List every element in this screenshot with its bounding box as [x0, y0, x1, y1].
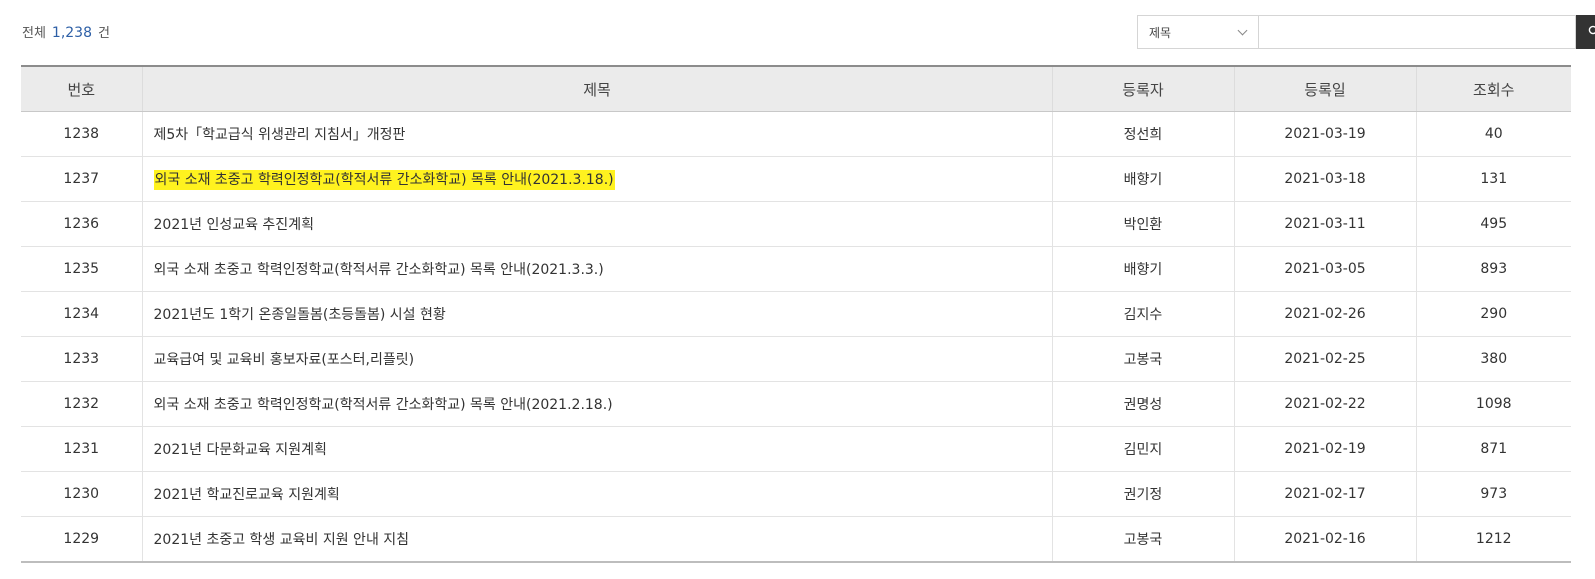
row-views: 1098: [1415, 381, 1571, 427]
table-row: 1235 외국 소재 초중고 학력인정학교(학적서류 간소화학교) 목록 안내(…: [21, 246, 1571, 292]
board-page: 전체 1,238 건 제목 번호 제목 등록자 등록일 조회수 1238 제5차…: [0, 0, 1595, 579]
column-header-author: 등록자: [1051, 66, 1234, 112]
row-date: 2021-03-19: [1233, 111, 1416, 157]
row-author: 권기정: [1051, 471, 1234, 517]
row-title-link-highlighted[interactable]: 외국 소재 초중고 학력인정학교(학적서류 간소화학교) 목록 안내(2021.…: [153, 170, 615, 190]
row-date: 2021-03-11: [1233, 201, 1416, 247]
chevron-down-icon: [1237, 25, 1248, 35]
row-title-link[interactable]: 2021년 초중고 학생 교육비 지원 안내 지침: [154, 532, 410, 548]
table-row: 1238 제5차「학교급식 위생관리 지침서」개정판 정선희 2021-03-1…: [21, 111, 1571, 157]
board-table-head: 번호 제목 등록자 등록일 조회수: [21, 66, 1571, 112]
row-title-link[interactable]: 제5차「학교급식 위생관리 지침서」개정판: [154, 127, 406, 143]
row-title-link[interactable]: 교육급여 및 교육비 홍보자료(포스터,리플릿): [154, 352, 415, 368]
search-input[interactable]: [1259, 15, 1576, 49]
row-views: 380: [1415, 336, 1571, 382]
row-title-cell: 외국 소재 초중고 학력인정학교(학적서류 간소화학교) 목록 안내(2021.…: [141, 246, 1052, 292]
row-title-link[interactable]: 외국 소재 초중고 학력인정학교(학적서류 간소화학교) 목록 안내(2021.…: [154, 262, 604, 278]
row-views: 290: [1415, 291, 1571, 337]
row-title-cell: 제5차「학교급식 위생관리 지침서」개정판: [141, 111, 1052, 157]
row-number: 1237: [21, 156, 142, 202]
row-date: 2021-02-25: [1233, 336, 1416, 382]
row-views: 40: [1415, 111, 1571, 157]
row-date: 2021-03-05: [1233, 246, 1416, 292]
row-views: 1212: [1415, 516, 1571, 562]
row-title-link[interactable]: 2021년 학교진로교육 지원계획: [154, 487, 340, 503]
board-table: 번호 제목 등록자 등록일 조회수 1238 제5차「학교급식 위생관리 지침서…: [21, 65, 1571, 563]
column-header-views: 조회수: [1415, 66, 1571, 112]
row-title-cell: 외국 소재 초중고 학력인정학교(학적서류 간소화학교) 목록 안내(2021.…: [141, 381, 1052, 427]
row-title-link[interactable]: 2021년도 1학기 온종일돌봄(초등돌봄) 시설 현황: [154, 307, 446, 323]
row-number: 1231: [21, 426, 142, 472]
table-row: 1237 외국 소재 초중고 학력인정학교(학적서류 간소화학교) 목록 안내(…: [21, 156, 1571, 202]
table-row: 1232 외국 소재 초중고 학력인정학교(학적서류 간소화학교) 목록 안내(…: [21, 381, 1571, 427]
row-date: 2021-03-18: [1233, 156, 1416, 202]
row-title-link[interactable]: 2021년 인성교육 추진계획: [154, 217, 314, 233]
search-icon: [1588, 25, 1595, 40]
row-title-cell: 2021년 학교진로교육 지원계획: [141, 471, 1052, 517]
table-row: 1229 2021년 초중고 학생 교육비 지원 안내 지침 고봉국 2021-…: [21, 516, 1571, 562]
row-title-cell: 교육급여 및 교육비 홍보자료(포스터,리플릿): [141, 336, 1052, 382]
row-date: 2021-02-22: [1233, 381, 1416, 427]
total-count: 전체 1,238 건: [22, 22, 110, 41]
row-date: 2021-02-16: [1233, 516, 1416, 562]
table-row: 1236 2021년 인성교육 추진계획 박인환 2021-03-11 495: [21, 201, 1571, 247]
table-header-row: 번호 제목 등록자 등록일 조회수: [21, 66, 1571, 112]
total-suffix: 건: [98, 26, 110, 41]
row-number: 1232: [21, 381, 142, 427]
row-author: 박인환: [1051, 201, 1234, 247]
table-row: 1234 2021년도 1학기 온종일돌봄(초등돌봄) 시설 현황 김지수 20…: [21, 291, 1571, 337]
board-table-body: 1238 제5차「학교급식 위생관리 지침서」개정판 정선희 2021-03-1…: [21, 111, 1571, 562]
column-header-title: 제목: [141, 66, 1052, 112]
row-date: 2021-02-26: [1233, 291, 1416, 337]
row-author: 배향기: [1051, 246, 1234, 292]
row-title-cell: 2021년 초중고 학생 교육비 지원 안내 지침: [141, 516, 1052, 562]
row-date: 2021-02-17: [1233, 471, 1416, 517]
row-date: 2021-02-19: [1233, 426, 1416, 472]
row-author: 고봉국: [1051, 516, 1234, 562]
column-header-number: 번호: [21, 66, 142, 112]
row-number: 1236: [21, 201, 142, 247]
table-row: 1233 교육급여 및 교육비 홍보자료(포스터,리플릿) 고봉국 2021-0…: [21, 336, 1571, 382]
table-row: 1230 2021년 학교진로교육 지원계획 권기정 2021-02-17 97…: [21, 471, 1571, 517]
row-views: 871: [1415, 426, 1571, 472]
row-author: 권명성: [1051, 381, 1234, 427]
row-title-cell: 2021년도 1학기 온종일돌봄(초등돌봄) 시설 현황: [141, 291, 1052, 337]
row-author: 정선희: [1051, 111, 1234, 157]
row-title-cell: 외국 소재 초중고 학력인정학교(학적서류 간소화학교) 목록 안내(2021.…: [141, 156, 1052, 202]
row-views: 495: [1415, 201, 1571, 247]
row-number: 1234: [21, 291, 142, 337]
row-author: 고봉국: [1051, 336, 1234, 382]
row-title-link[interactable]: 외국 소재 초중고 학력인정학교(학적서류 간소화학교) 목록 안내(2021.…: [154, 397, 613, 413]
total-count-value: 1,238: [51, 25, 93, 41]
row-number: 1238: [21, 111, 142, 157]
row-views: 973: [1415, 471, 1571, 517]
total-prefix: 전체: [22, 26, 46, 41]
row-author: 김지수: [1051, 291, 1234, 337]
row-title-cell: 2021년 다문화교육 지원계획: [141, 426, 1052, 472]
row-number: 1229: [63, 531, 100, 547]
search-field-select-value: 제목: [1149, 25, 1172, 40]
column-header-date: 등록일: [1233, 66, 1416, 112]
search-field-select[interactable]: 제목: [1137, 15, 1259, 49]
search-bar: 제목: [1137, 15, 1595, 49]
row-author: 배향기: [1051, 156, 1234, 202]
search-button[interactable]: [1576, 15, 1595, 49]
row-author: 김민지: [1051, 426, 1234, 472]
table-row: 1231 2021년 다문화교육 지원계획 김민지 2021-02-19 871: [21, 426, 1571, 472]
row-views: 131: [1415, 156, 1571, 202]
row-title-link[interactable]: 2021년 다문화교육 지원계획: [154, 442, 327, 458]
row-number: 1235: [21, 246, 142, 292]
row-number: 1230: [21, 471, 142, 517]
row-views: 893: [1415, 246, 1571, 292]
row-number: 1233: [21, 336, 142, 382]
row-title-cell: 2021년 인성교육 추진계획: [141, 201, 1052, 247]
